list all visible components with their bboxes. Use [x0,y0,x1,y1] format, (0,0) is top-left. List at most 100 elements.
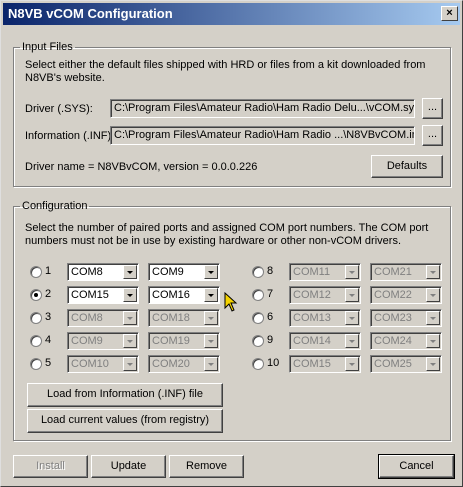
load-registry-button[interactable]: Load current values (from registry) [27,409,223,433]
pair-count-radio-9[interactable] [252,335,264,347]
driver-label: Driver (.SYS): [25,103,93,115]
chevron-down-icon[interactable] [123,265,137,279]
config-desc-2: numbers must not be in use by existing h… [25,235,401,247]
com-port-value: COM16 [152,289,190,301]
chevron-down-icon[interactable] [204,357,218,371]
com-port-value: COM8 [71,266,103,278]
com-port-value: COM25 [374,358,412,370]
pair-count-radio-1[interactable] [30,266,42,278]
chevron-down-icon[interactable] [204,288,218,302]
pair-count-label: 1 [45,265,52,277]
window-title: N8VB vCOM Configuration [8,6,173,21]
pair-count-radio-6[interactable] [252,312,264,324]
cancel-button[interactable]: Cancel [378,454,455,479]
pair-count-radio-10[interactable] [252,358,264,370]
pair-count-radio-5[interactable] [30,358,42,370]
com-port-value: COM15 [71,289,109,301]
com-port-select-5a[interactable]: COM10 [67,355,139,373]
chevron-down-icon[interactable] [123,311,137,325]
com-port-value: COM11 [293,266,331,278]
update-button[interactable]: Update [91,455,166,478]
pair-count-label: 9 [267,334,274,346]
pair-count-label: 10 [267,357,280,369]
com-port-value: COM10 [71,358,109,370]
input-files-legend: Input Files [22,41,73,53]
com-port-value: COM15 [293,358,331,370]
chevron-down-icon[interactable] [345,265,359,279]
load-inf-button[interactable]: Load from Information (.INF) file [27,383,223,407]
com-port-value: COM18 [152,312,190,324]
pair-count-label: 4 [45,334,52,346]
chevron-down-icon[interactable] [345,334,359,348]
pair-count-label: 2 [45,288,52,300]
chevron-down-icon[interactable] [345,357,359,371]
driver-browse-button[interactable]: ... [422,98,443,119]
com-port-value: COM9 [152,266,184,278]
com-port-select-1b[interactable]: COM9 [148,263,220,281]
defaults-button[interactable]: Defaults [371,155,443,178]
com-port-select-4b[interactable]: COM19 [148,332,220,350]
com-port-value: COM13 [293,312,331,324]
com-port-select-3a[interactable]: COM8 [67,309,139,327]
mouse-cursor-icon [224,292,238,312]
chevron-down-icon[interactable] [426,311,440,325]
com-port-select-5b[interactable]: COM20 [148,355,220,373]
configuration-legend: Configuration [22,200,88,212]
com-port-select-10b[interactable]: COM25 [370,355,442,373]
com-port-select-2a[interactable]: COM15 [67,286,139,304]
input-files-desc-2: N8VB's website. [25,72,105,84]
config-window: N8VB vCOM Configuration × Input Files Se… [0,0,463,487]
close-button[interactable]: × [441,6,458,21]
chevron-down-icon[interactable] [345,288,359,302]
chevron-down-icon[interactable] [204,311,218,325]
info-path-field[interactable]: C:\Program Files\Amateur Radio\Ham Radio… [110,126,415,145]
pair-count-radio-8[interactable] [252,266,264,278]
pair-count-label: 8 [267,265,274,277]
chevron-down-icon[interactable] [204,334,218,348]
pair-count-label: 7 [267,288,274,300]
pair-count-label: 5 [45,357,52,369]
com-port-value: COM22 [374,289,412,301]
chevron-down-icon[interactable] [345,311,359,325]
driver-path-field[interactable]: C:\Program Files\Amateur Radio\Ham Radio… [110,99,415,118]
pair-count-radio-4[interactable] [30,335,42,347]
com-port-select-3b[interactable]: COM18 [148,309,220,327]
chevron-down-icon[interactable] [426,357,440,371]
remove-button[interactable]: Remove [169,455,244,478]
chevron-down-icon[interactable] [426,265,440,279]
com-port-value: COM19 [152,335,190,347]
com-port-select-6b[interactable]: COM23 [370,309,442,327]
chevron-down-icon[interactable] [426,334,440,348]
com-port-value: COM8 [71,312,103,324]
com-port-select-1a[interactable]: COM8 [67,263,139,281]
com-port-value: COM24 [374,335,412,347]
com-port-select-2b[interactable]: COM16 [148,286,220,304]
chevron-down-icon[interactable] [204,265,218,279]
com-port-select-9b[interactable]: COM24 [370,332,442,350]
install-button[interactable]: Install [13,455,88,478]
com-port-select-8a[interactable]: COM11 [289,263,361,281]
chevron-down-icon[interactable] [123,334,137,348]
com-port-select-4a[interactable]: COM9 [67,332,139,350]
com-port-select-7b[interactable]: COM22 [370,286,442,304]
com-port-value: COM9 [71,335,103,347]
pair-count-radio-7[interactable] [252,289,264,301]
chevron-down-icon[interactable] [123,357,137,371]
com-port-select-8b[interactable]: COM21 [370,263,442,281]
driver-name-text: Driver name = N8VBvCOM, version = 0.0.0.… [25,161,258,173]
chevron-down-icon[interactable] [123,288,137,302]
com-port-select-7a[interactable]: COM12 [289,286,361,304]
info-label: Information (.INF): [25,130,115,142]
com-port-select-6a[interactable]: COM13 [289,309,361,327]
pair-count-label: 3 [45,311,52,323]
com-port-select-9a[interactable]: COM14 [289,332,361,350]
chevron-down-icon[interactable] [426,288,440,302]
pair-count-radio-2[interactable] [30,289,42,301]
com-port-select-10a[interactable]: COM15 [289,355,361,373]
com-port-value: COM14 [293,335,331,347]
config-desc-1: Select the number of paired ports and as… [25,222,429,234]
pair-count-radio-3[interactable] [30,312,42,324]
close-icon: × [446,7,453,19]
info-browse-button[interactable]: ... [422,125,443,146]
title-bar[interactable]: N8VB vCOM Configuration × [3,3,460,25]
